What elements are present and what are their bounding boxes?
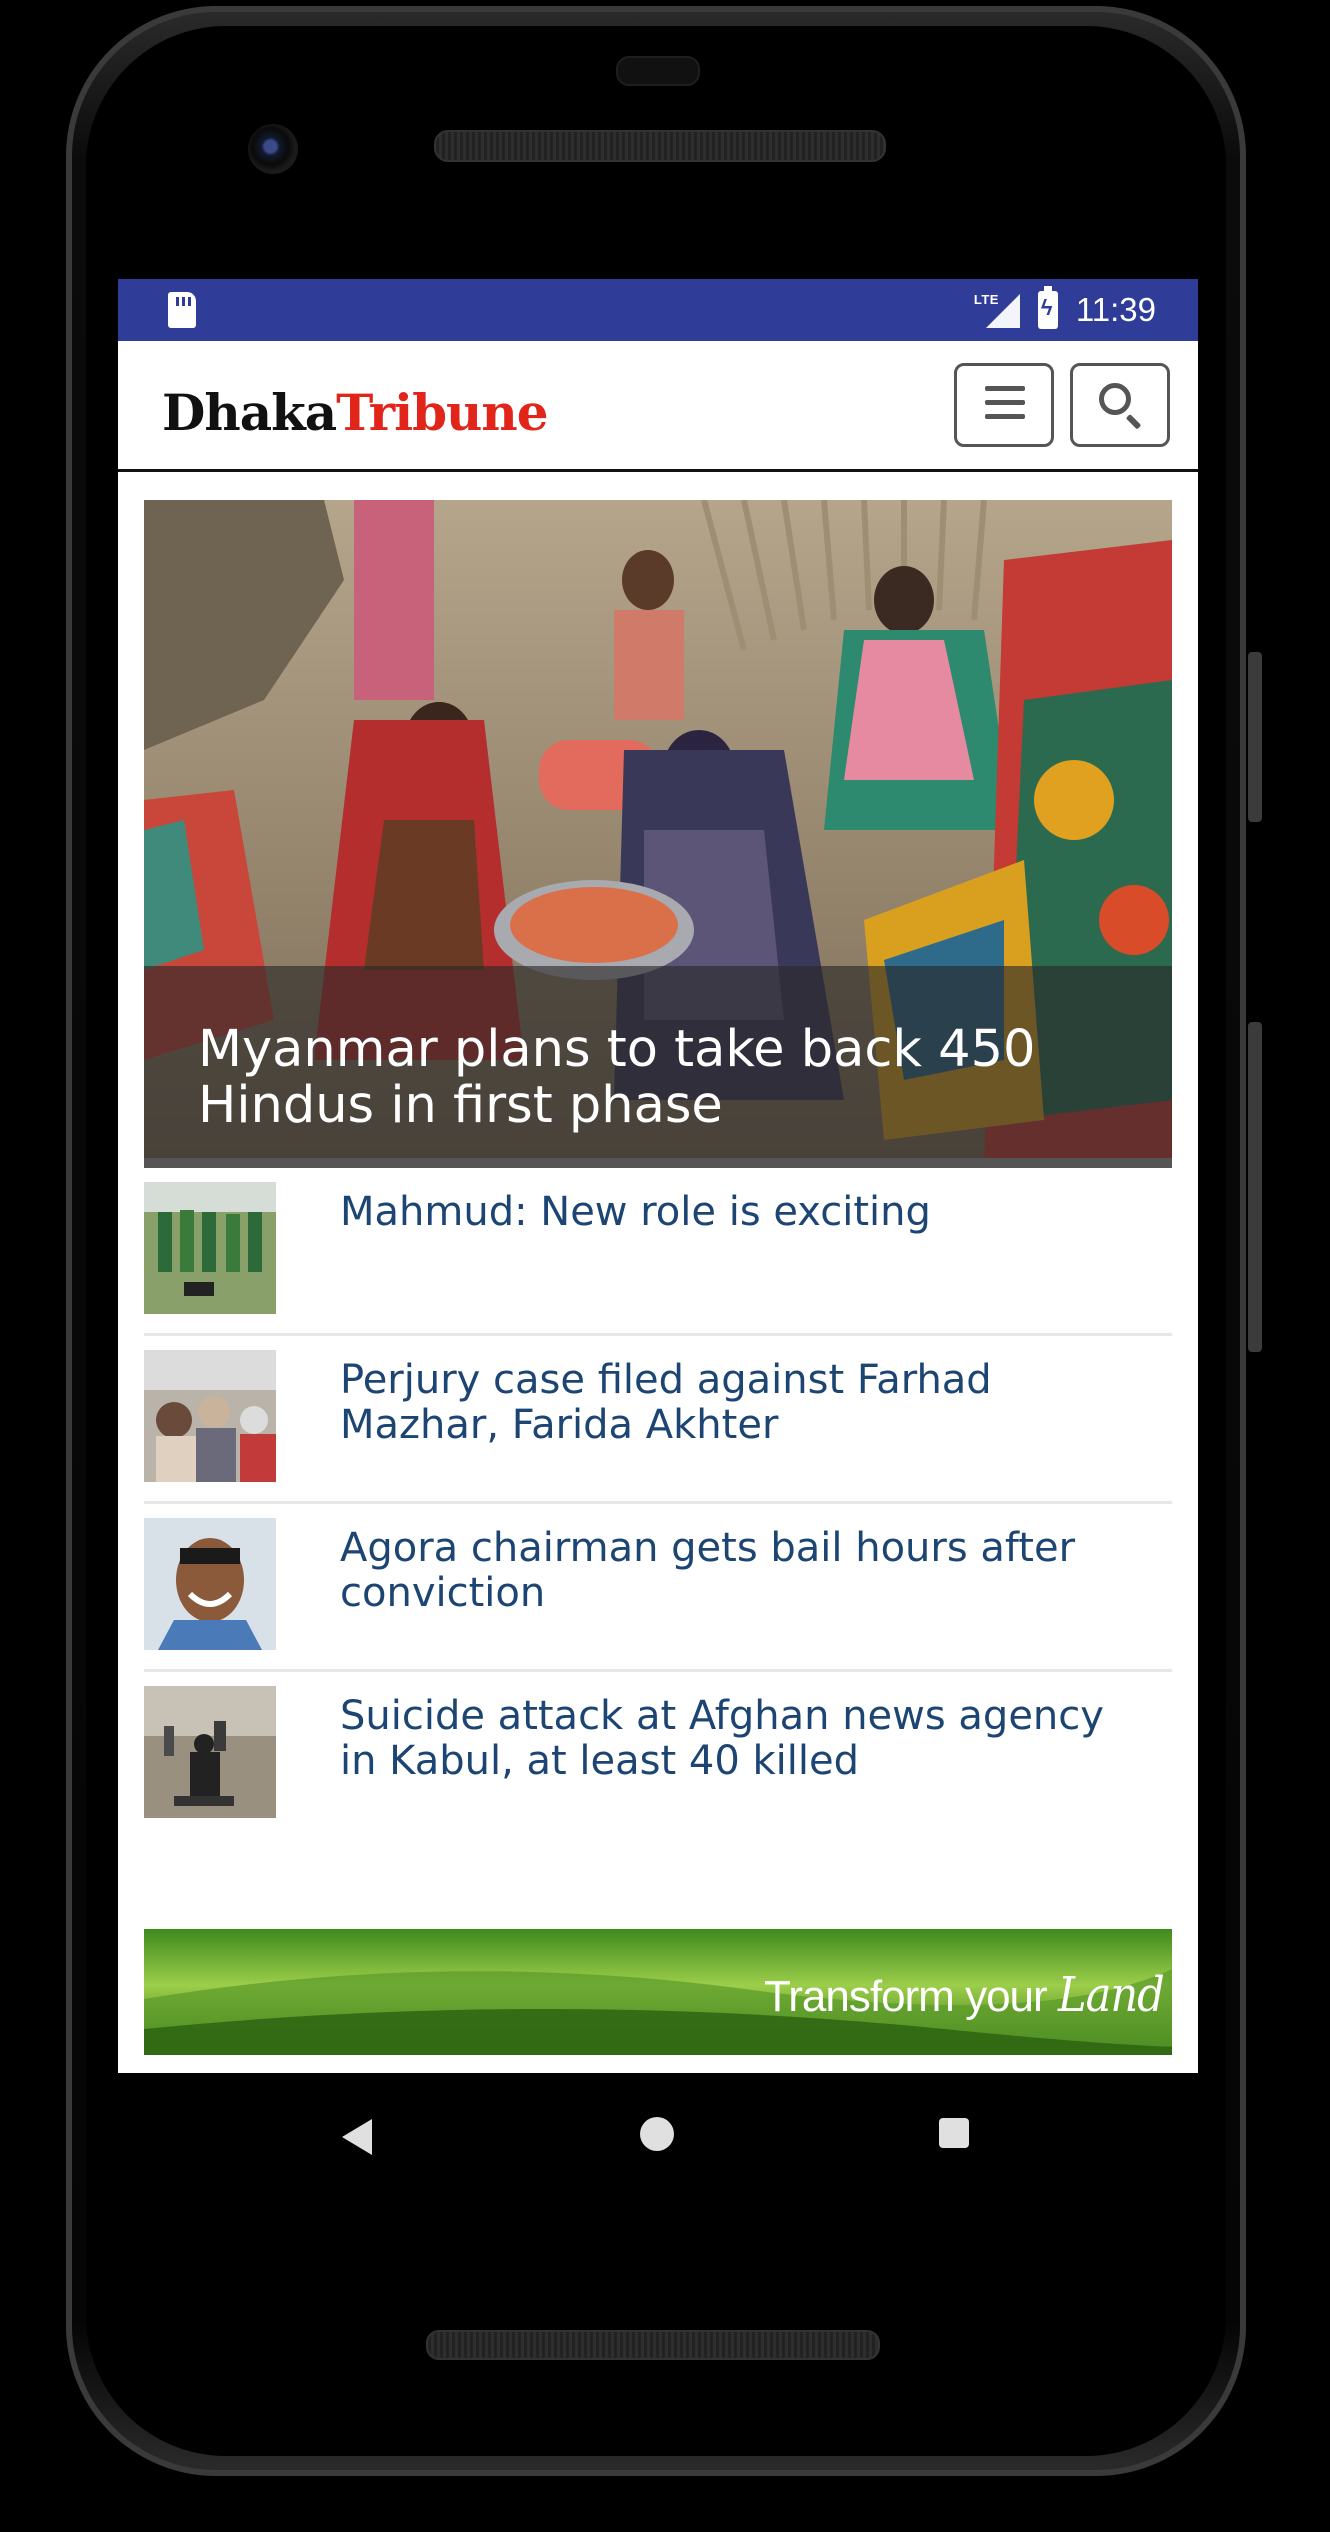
ad-text: Transform your Land [764,1967,1165,2023]
volume-button [1248,1022,1262,1352]
news-title[interactable]: Mahmud: New role is exciting [340,1190,951,1333]
news-item[interactable]: Mahmud: New role is exciting [144,1168,1172,1336]
advertisement-banner[interactable]: Transform your Land [144,1929,1172,2055]
news-item[interactable]: Perjury case filed against Farhad Mazhar… [144,1336,1172,1504]
power-button [1248,652,1262,822]
search-button[interactable] [1070,363,1170,447]
proximity-sensor [616,56,700,86]
logo-dhaka: Dhaka [162,383,337,442]
front-camera [248,124,298,174]
system-nav-bar [118,2073,1198,2203]
news-item[interactable]: Agora chairman gets bail hours after con… [144,1504,1172,1672]
news-title[interactable]: Agora chairman gets bail hours after con… [340,1526,1172,1669]
ad-text-accent: Land [1057,1967,1165,2023]
featured-story[interactable]: Myanmar plans to take back 450 Hindus in… [144,500,1172,1168]
recents-icon[interactable] [939,2118,969,2148]
menu-icon [985,386,1025,428]
back-icon[interactable] [342,2119,372,2155]
clock: 11:39 [1075,291,1156,328]
news-thumbnail [144,1686,276,1818]
bottom-speaker [426,2330,880,2360]
battery-charging-icon: ϟ [1037,286,1058,329]
news-title[interactable]: Suicide attack at Afghan news agency in … [340,1694,1172,1840]
featured-headline[interactable]: Myanmar plans to take back 450 Hindus in… [198,1022,1132,1134]
screen: LTE ϟ 11:39 DhakaTribune Myanmar plans t… [118,279,1198,2073]
news-thumbnail [144,1518,276,1650]
news-feed: Myanmar plans to take back 450 Hindus in… [118,472,1198,1840]
dhaka-tribune-logo[interactable]: DhakaTribune [162,383,549,442]
featured-caption: Myanmar plans to take back 450 Hindus in… [144,966,1172,1168]
news-thumbnail [144,1182,276,1314]
search-icon [1099,383,1131,415]
logo-tribune: Tribune [336,383,548,442]
earpiece-speaker [434,130,886,162]
sd-card-icon [168,292,196,328]
status-icons: LTE ϟ 11:39 [974,279,1156,341]
app-header: DhakaTribune [118,341,1198,472]
status-bar: LTE ϟ 11:39 [118,279,1198,341]
menu-button[interactable] [954,363,1054,447]
news-title[interactable]: Perjury case filed against Farhad Mazhar… [340,1358,1172,1501]
lte-signal-icon: LTE [974,290,1020,330]
home-icon[interactable] [640,2117,674,2151]
news-thumbnail [144,1350,276,1482]
news-item[interactable]: Suicide attack at Afghan news agency in … [144,1672,1172,1840]
